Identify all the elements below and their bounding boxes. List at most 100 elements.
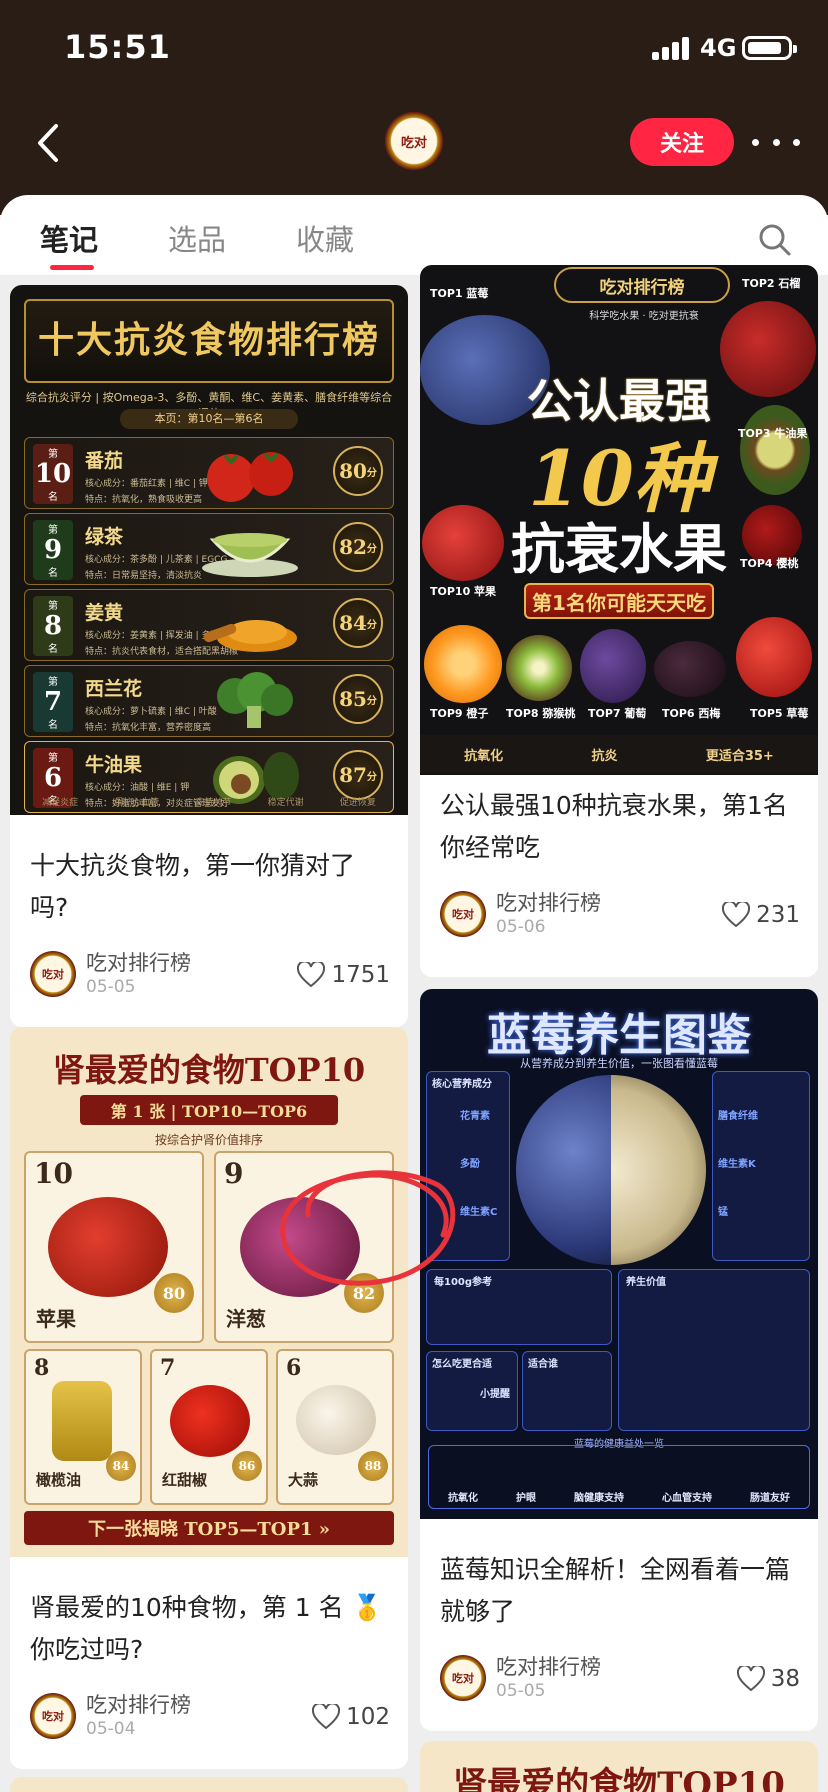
cover-ribbon: 第1名你可能天天吃 [524,583,714,619]
grape-image [580,629,646,703]
apple-image [48,1197,168,1297]
like-button[interactable]: 38 [736,1661,800,1697]
note-card[interactable]: 吃对排行榜 科学吃水果 · 吃对更抗衰 TOP1 蓝莓 TOP2 石榴 TOP3… [420,265,818,977]
food-tile: 10 苹果 80 [24,1151,204,1343]
note-meta: 吃对 吃对排行榜 05-05 38 [440,1651,800,1709]
follow-button[interactable]: 关注 [630,118,734,166]
food-tile: 9 洋葱 82 [214,1151,394,1343]
cover-benefits: 抗氧化 抗炎 更适合35+ [420,735,818,773]
food-tile: 8 橄榄油 84 [24,1349,142,1505]
author-avatar[interactable]: 吃对 [440,891,486,937]
author-name[interactable]: 吃对排行榜 [86,1689,191,1719]
battery-icon [742,36,797,60]
heart-icon [722,902,751,928]
tab-products[interactable]: 选品 [168,217,226,259]
content-tabs: 笔记 选品 收藏 [0,195,828,275]
tab-favorites[interactable]: 收藏 [296,217,354,259]
more-dot-icon [772,138,780,146]
note-card[interactable]: 十大抗炎食物排行榜 综合抗炎评分 | 按Omega-3、多酚、黄酮、维C、姜黄素… [10,285,408,1027]
cover-heading: 肾最爱的食物TOP10 [453,1765,785,1792]
score-badge: 85 分 [333,674,383,724]
orange-image [424,625,502,703]
olive-oil-image [52,1381,112,1461]
like-button[interactable]: 231 [722,897,800,933]
like-button[interactable]: 102 [312,1699,390,1735]
like-button[interactable]: 1751 [297,957,390,993]
cover-heading: 蓝莓养生图鉴 [487,1010,751,1061]
note-date: 05-05 [86,977,136,997]
cover-heading: 肾最爱的食物TOP10 [52,1051,366,1089]
account-logo[interactable]: 吃对 [385,112,443,170]
kiwi-image [506,635,572,701]
like-count: 231 [756,902,800,928]
cover-heading: 十大抗炎食物排行榜 [37,319,380,361]
note-cover-image: 吃对排行榜 科学吃水果 · 吃对更抗衰 TOP1 蓝莓 TOP2 石榴 TOP3… [420,265,818,775]
note-cover-image: 肾最爱的食物TOP10 第 1 张 | TOP10—TOP6 按综合护肾价值排序… [10,1027,408,1557]
active-tab-indicator [50,265,94,270]
cover-page-range: 本页：第10名—第6名 [120,409,298,429]
broccoli-image [217,672,293,728]
author-avatar[interactable]: 吃对 [30,951,76,997]
network-type: 4G [700,34,737,62]
more-options-button[interactable] [752,124,800,160]
rank-row: 第 10 名 番茄 核心成分：番茄红素 | 维C | 钾 特点：抗氧化，熟食吸收更高… [24,437,394,509]
note-title: 公认最强10种抗衰水果，第1名你经常吃 [440,791,788,862]
status-bar: 15:51 4G [0,0,828,100]
rank-row: 第9名 绿茶 核心成分：茶多酚 | 儿茶素 | EGCG 特点：日常易坚持，清淡… [24,513,394,585]
profile-header: 15:51 4G 吃对 关注 [0,0,828,215]
score-badge: 82 分 [333,522,383,572]
more-dot-icon [752,138,759,146]
score-badge: 87 分 [333,750,383,800]
cover-benefits: 抗氧化 护眼 脑健康支持 心血管支持 肠道友好 [428,1445,810,1509]
like-count: 1751 [331,962,390,988]
like-count: 38 [770,1666,800,1692]
cover-benefits: 减轻炎症 保护心血管 支持关节 稳定代谢 促进恢复 [42,798,376,808]
green-tea-image [202,533,298,577]
note-card[interactable]: 肾最爱的食物TOP10 第 1 张 | TOP10—TOP6 按综合护肾价值排序… [10,1027,408,1769]
score-badge: 80 分 [333,446,383,496]
cover-line-3: 抗衰水果 [511,518,727,581]
author-name[interactable]: 吃对排行榜 [496,1651,601,1681]
note-meta: 吃对 吃对排行榜 05-06 231 [440,887,800,945]
note-date: 05-06 [496,917,546,937]
more-dot-icon [793,138,800,146]
tomato-image [207,452,293,502]
rank-row: 第8名 姜黄 核心成分：姜黄素 | 挥发油 | 多酚 特点：抗炎代表食材，适合搭… [24,589,394,661]
note-title: 十大抗炎食物，第一你猜对了吗? [30,851,356,922]
note-title: 肾最爱的10种食物，第 1 名 🥇 你吃过吗? [30,1593,383,1664]
author-avatar[interactable]: 吃对 [440,1655,486,1701]
note-cover-image: 肾最爱的食物TOP10 [420,1741,818,1792]
blueberry-cross-section-image [611,1075,706,1265]
chevron-left-icon [38,124,58,162]
heart-icon [297,962,326,988]
note-card[interactable] [10,1777,408,1792]
garlic-image [296,1385,376,1455]
author-name[interactable]: 吃对排行榜 [496,887,601,917]
note-card[interactable]: 肾最爱的食物TOP10 [420,1741,818,1792]
note-date: 05-04 [86,1719,136,1739]
note-date: 05-05 [496,1681,546,1701]
strawberry-image [736,617,812,697]
heart-icon [312,1704,341,1730]
rank-row: 第7名 西兰花 核心成分：萝卜硫素 | 维C | 叶酸 特点：抗氧化丰富，营养密… [24,665,394,737]
signal-icon [652,36,692,60]
cover-next-banner: 下一张揭晓 TOP5—TOP1 » [24,1511,394,1545]
notes-feed: 十大抗炎食物排行榜 综合抗炎评分 | 按Omega-3、多酚、黄酮、维C、姜黄素… [0,265,828,1792]
status-time: 15:51 [64,28,171,66]
search-button[interactable] [758,223,792,257]
author-avatar[interactable]: 吃对 [30,1693,76,1739]
heart-icon [736,1666,765,1692]
note-cover-image: 十大抗炎食物排行榜 综合抗炎评分 | 按Omega-3、多酚、黄酮、维C、姜黄素… [10,285,408,815]
search-icon [759,224,791,256]
back-button[interactable] [30,118,70,168]
red-pepper-image [170,1385,250,1457]
turmeric-image [203,620,297,652]
note-title: 蓝莓知识全解析！全网看着一篇就够了 [440,1555,791,1626]
note-card[interactable]: 蓝莓养生图鉴 从营养成分到养生价值，一张图看懂蓝莓 核心营养成分 花青素 多酚 … [420,989,818,1731]
cover-brand: 吃对排行榜 [554,267,730,303]
tab-notes[interactable]: 笔记 [40,217,98,259]
author-name[interactable]: 吃对排行榜 [86,947,191,977]
prune-image [654,641,726,697]
food-tile: 6 大蒜 88 [276,1349,394,1505]
onion-image [240,1197,360,1297]
